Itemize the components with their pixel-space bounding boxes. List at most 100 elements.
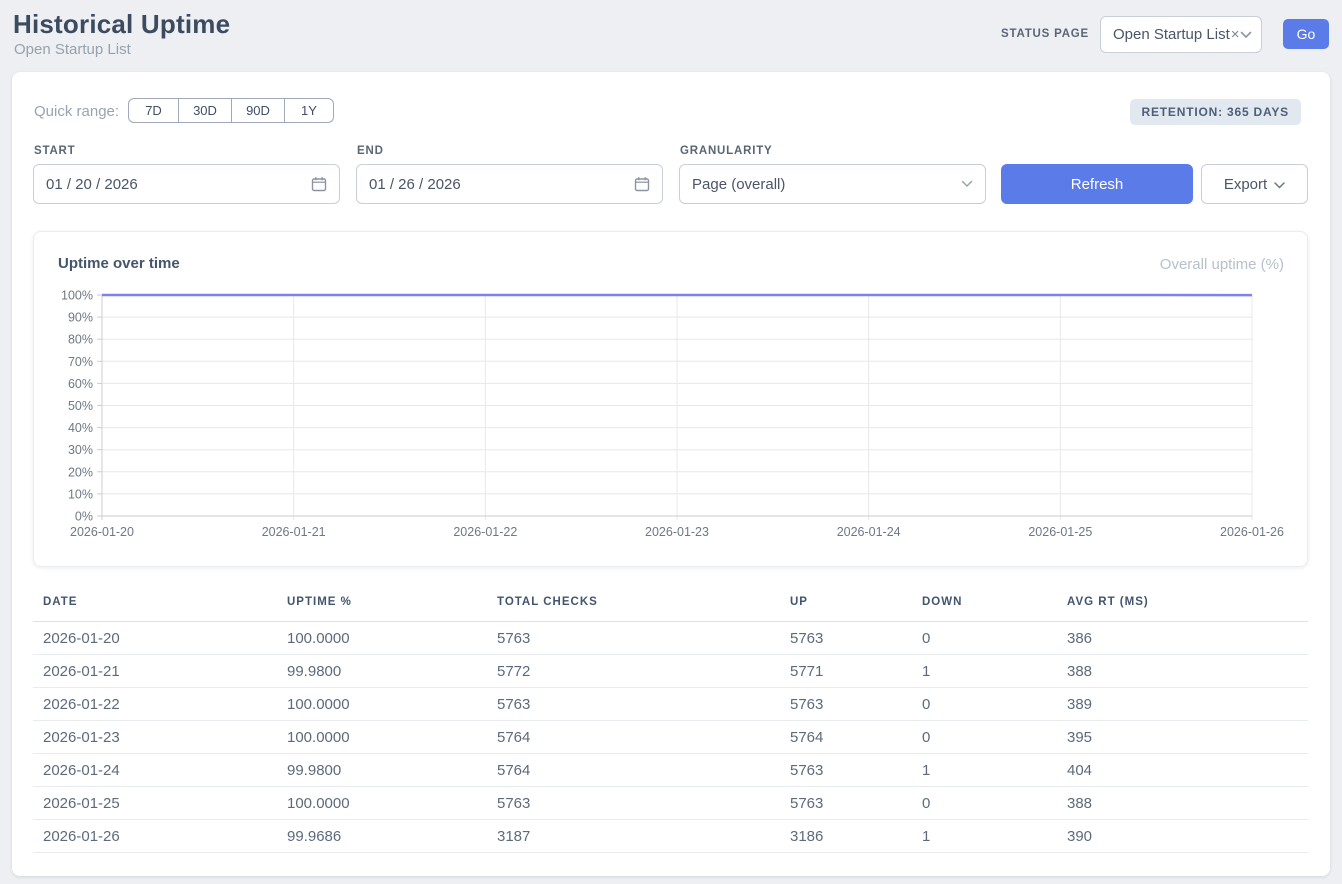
- uptime-table-body: 2026-01-20100.00005763576303862026-01-21…: [33, 622, 1308, 853]
- table-cell: 395: [1057, 721, 1308, 754]
- quick-range-1y-button[interactable]: 1Y: [284, 98, 334, 123]
- table-row: 2026-01-22100.0000576357630389: [33, 688, 1308, 721]
- main-panel: Quick range: 7D30D90D1Y RETENTION: 365 D…: [12, 72, 1330, 876]
- svg-text:2026-01-25: 2026-01-25: [1028, 525, 1092, 539]
- refresh-button[interactable]: Refresh: [1001, 164, 1193, 204]
- quick-range-7d-button[interactable]: 7D: [128, 98, 179, 123]
- quick-range-group: 7D30D90D1Y: [128, 98, 334, 123]
- table-cell: 2026-01-22: [33, 688, 277, 721]
- table-row: 2026-01-2699.9686318731861390: [33, 820, 1308, 853]
- clear-selection-icon[interactable]: ×: [1231, 26, 1240, 43]
- calendar-icon[interactable]: [311, 176, 327, 192]
- start-date-value: 01 / 20 / 2026: [46, 176, 138, 193]
- table-cell: 5763: [780, 787, 912, 820]
- svg-text:2026-01-26: 2026-01-26: [1220, 525, 1284, 539]
- page-subtitle: Open Startup List: [14, 41, 131, 58]
- table-cell: 100.0000: [277, 622, 487, 655]
- table-cell: 386: [1057, 622, 1308, 655]
- go-button[interactable]: Go: [1283, 19, 1329, 49]
- table-cell: 99.9800: [277, 655, 487, 688]
- quick-range-30d-button[interactable]: 30D: [178, 98, 232, 123]
- chevron-down-icon: [1240, 31, 1252, 39]
- table-row: 2026-01-20100.0000576357630386: [33, 622, 1308, 655]
- table-cell: 0: [912, 721, 1057, 754]
- table-cell: 2026-01-25: [33, 787, 277, 820]
- export-button-label: Export: [1224, 176, 1267, 193]
- status-page-label: STATUS PAGE: [1001, 28, 1089, 40]
- svg-text:60%: 60%: [68, 377, 93, 391]
- table-cell: 404: [1057, 754, 1308, 787]
- table-header-cell: UPTIME %: [277, 590, 487, 622]
- granularity-label: GRANULARITY: [680, 145, 773, 157]
- table-row: 2026-01-25100.0000576357630388: [33, 787, 1308, 820]
- status-page-selected-value: Open Startup List: [1113, 26, 1230, 43]
- table-cell: 5763: [780, 688, 912, 721]
- start-date-label: START: [34, 145, 75, 157]
- table-row: 2026-01-23100.0000576457640395: [33, 721, 1308, 754]
- table-cell: 2026-01-23: [33, 721, 277, 754]
- granularity-selected-value: Page (overall): [692, 176, 785, 193]
- table-cell: 389: [1057, 688, 1308, 721]
- end-date-input[interactable]: 01 / 26 / 2026: [356, 164, 663, 204]
- table-cell: 1: [912, 754, 1057, 787]
- table-header-cell: TOTAL CHECKS: [487, 590, 780, 622]
- table-cell: 5771: [780, 655, 912, 688]
- retention-badge: RETENTION: 365 DAYS: [1130, 99, 1301, 125]
- table-cell: 390: [1057, 820, 1308, 853]
- table-header-cell: DOWN: [912, 590, 1057, 622]
- svg-text:50%: 50%: [68, 399, 93, 413]
- svg-text:0%: 0%: [75, 510, 93, 524]
- table-cell: 2026-01-20: [33, 622, 277, 655]
- table-header-cell: UP: [780, 590, 912, 622]
- table-cell: 388: [1057, 787, 1308, 820]
- svg-text:2026-01-21: 2026-01-21: [262, 525, 326, 539]
- table-cell: 1: [912, 655, 1057, 688]
- table-header-cell: AVG RT (MS): [1057, 590, 1308, 622]
- table-row: 2026-01-2199.9800577257711388: [33, 655, 1308, 688]
- uptime-line-chart: 0%10%20%30%40%50%60%70%80%90%100%2026-01…: [34, 281, 1307, 563]
- table-cell: 100.0000: [277, 721, 487, 754]
- svg-text:40%: 40%: [68, 421, 93, 435]
- calendar-icon[interactable]: [634, 176, 650, 192]
- page-title: Historical Uptime: [13, 9, 230, 40]
- page-header: Historical Uptime Open Startup List STAT…: [0, 0, 1342, 64]
- table-cell: 0: [912, 622, 1057, 655]
- status-page-select[interactable]: Open Startup List ×: [1100, 16, 1262, 53]
- uptime-chart-card: Uptime over time Overall uptime (%) 0% 10…: [33, 231, 1308, 567]
- table-cell: 0: [912, 688, 1057, 721]
- quick-range-90d-button[interactable]: 90D: [231, 98, 285, 123]
- chart-title: Uptime over time: [58, 255, 180, 272]
- table-cell: 5764: [487, 721, 780, 754]
- chart-legend: Overall uptime (%): [1160, 256, 1284, 273]
- table-cell: 99.9686: [277, 820, 487, 853]
- table-cell: 3186: [780, 820, 912, 853]
- end-date-value: 01 / 26 / 2026: [369, 176, 461, 193]
- quick-range-label: Quick range:: [34, 103, 119, 120]
- chevron-down-icon: [1274, 176, 1285, 193]
- table-cell: 5763: [780, 754, 912, 787]
- uptime-table: DATEUPTIME %TOTAL CHECKSUPDOWNAVG RT (MS…: [33, 590, 1308, 853]
- svg-text:20%: 20%: [68, 465, 93, 479]
- table-cell: 2026-01-24: [33, 754, 277, 787]
- svg-text:2026-01-23: 2026-01-23: [645, 525, 709, 539]
- table-cell: 1: [912, 820, 1057, 853]
- granularity-select[interactable]: Page (overall): [679, 164, 986, 204]
- table-header-row: DATEUPTIME %TOTAL CHECKSUPDOWNAVG RT (MS…: [33, 590, 1308, 622]
- svg-text:100%: 100%: [61, 289, 93, 303]
- table-cell: 5763: [487, 787, 780, 820]
- table-cell: 0: [912, 787, 1057, 820]
- table-cell: 5763: [487, 622, 780, 655]
- svg-text:90%: 90%: [68, 311, 93, 325]
- table-cell: 5764: [780, 721, 912, 754]
- start-date-input[interactable]: 01 / 20 / 2026: [33, 164, 340, 204]
- table-cell: 3187: [487, 820, 780, 853]
- svg-text:30%: 30%: [68, 443, 93, 457]
- table-cell: 100.0000: [277, 787, 487, 820]
- table-cell: 5763: [780, 622, 912, 655]
- table-cell: 5764: [487, 754, 780, 787]
- export-button[interactable]: Export: [1201, 164, 1308, 204]
- svg-text:80%: 80%: [68, 333, 93, 347]
- table-header-cell: DATE: [33, 590, 277, 622]
- svg-text:10%: 10%: [68, 487, 93, 501]
- svg-text:2026-01-20: 2026-01-20: [70, 525, 134, 539]
